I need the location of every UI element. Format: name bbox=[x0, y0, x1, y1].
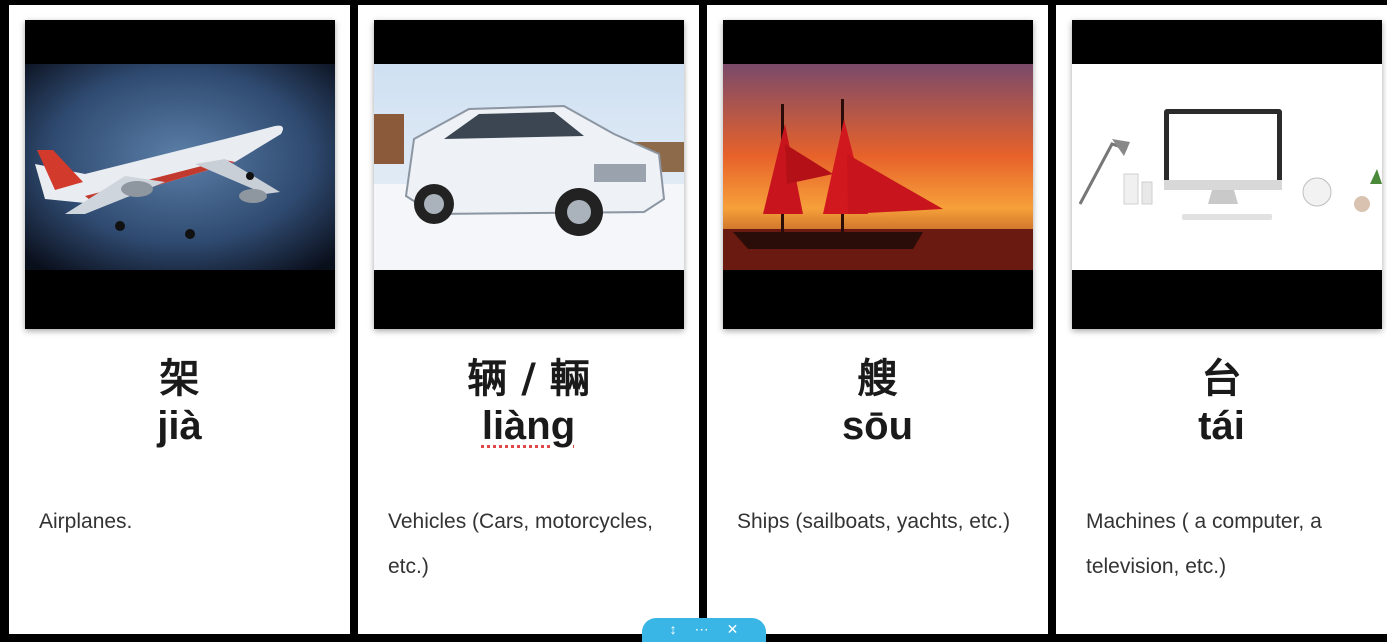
close-icon[interactable]: ✕ bbox=[727, 621, 739, 637]
hanzi-character: 架 bbox=[159, 356, 200, 402]
airplane-image bbox=[25, 64, 335, 270]
description-text: Ships (sailboats, yachts, etc.) bbox=[737, 510, 1011, 533]
floating-toolbar[interactable]: ↕ ⋯ ✕ bbox=[642, 618, 766, 642]
flashcard-ship[interactable]: 艘 sōu Ships (sailboats, yachts, etc.) bbox=[707, 5, 1048, 634]
car-image bbox=[374, 64, 684, 270]
pinyin-reading: liàng bbox=[358, 403, 699, 449]
flashcard-grid: 架 jià Airplanes. 辆 / 輛 liàng Vehicles (C… bbox=[0, 0, 1387, 634]
spellcheck-underline: liàng bbox=[481, 404, 576, 448]
hanzi-character: 台 bbox=[1201, 356, 1242, 402]
description-text: Machines ( a computer, a television, etc… bbox=[1086, 510, 1322, 578]
hanzi-character: 辆 / 輛 bbox=[467, 356, 590, 402]
photo-frame bbox=[1072, 20, 1382, 329]
ship-image bbox=[723, 64, 1033, 270]
flashcard-computer[interactable]: 台 tái Machines ( a computer, a televisio… bbox=[1056, 5, 1387, 634]
flashcard-airplane[interactable]: 架 jià Airplanes. bbox=[9, 5, 350, 634]
photo-frame bbox=[374, 20, 684, 329]
photo-frame bbox=[25, 20, 335, 329]
arrow-icon[interactable]: ↕ bbox=[670, 621, 677, 637]
hanzi-character: 艘 bbox=[857, 356, 898, 402]
flashcard-car[interactable]: 辆 / 輛 liàng Vehicles (Cars, motorcycles,… bbox=[358, 5, 699, 634]
photo-frame bbox=[723, 20, 1033, 329]
description-text: Vehicles (Cars, motorcycles, etc.) bbox=[388, 510, 653, 578]
menu-icon[interactable]: ⋯ bbox=[695, 621, 709, 637]
pinyin-reading: sōu bbox=[841, 404, 914, 448]
pinyin-reading: tái bbox=[1198, 404, 1245, 448]
computer-image bbox=[1072, 64, 1382, 270]
description-text: Airplanes. bbox=[39, 510, 133, 533]
pinyin-reading: jià bbox=[157, 404, 202, 448]
